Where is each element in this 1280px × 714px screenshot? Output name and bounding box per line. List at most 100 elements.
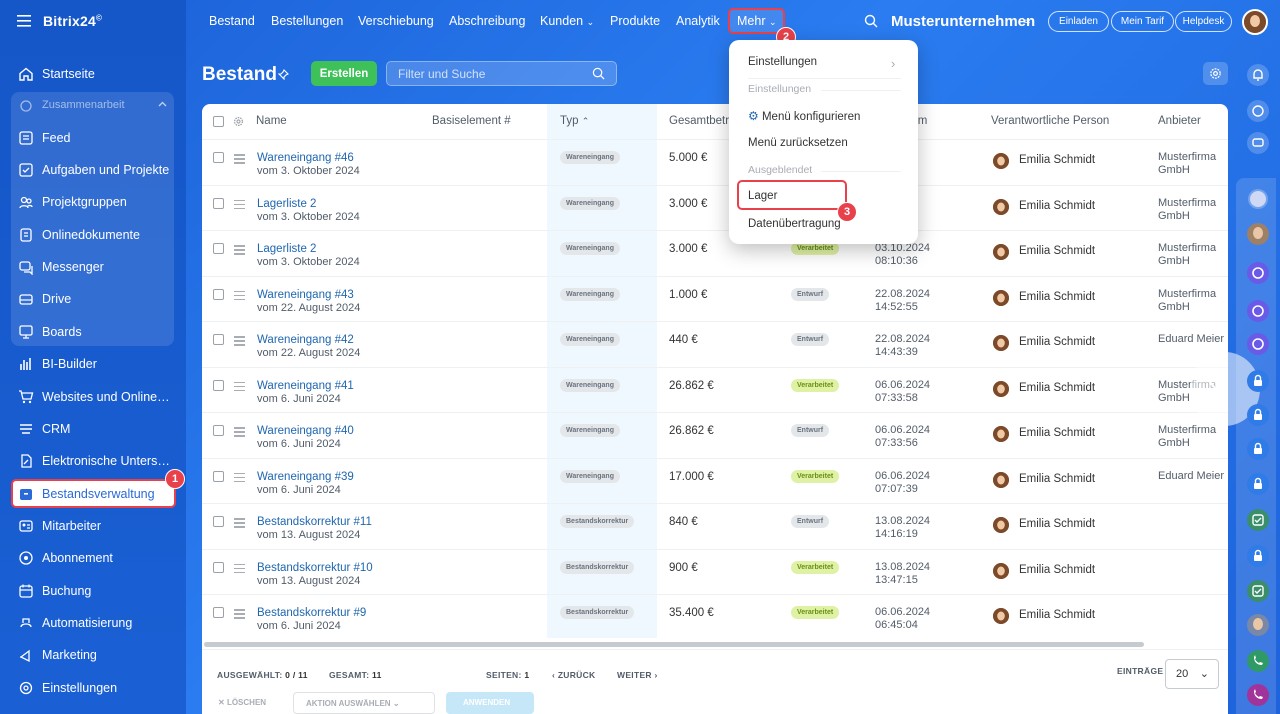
- row-checkbox[interactable]: [213, 516, 224, 527]
- user-avatar[interactable]: [1242, 9, 1268, 35]
- drag-handle-icon[interactable]: [234, 154, 245, 166]
- document-link[interactable]: Wareneingang #43: [257, 289, 354, 301]
- menu-item-lager[interactable]: Lager: [748, 190, 777, 202]
- avatar[interactable]: [993, 335, 1009, 351]
- avatar[interactable]: [993, 198, 1009, 215]
- responsible-person[interactable]: Emilia Schmidt: [1019, 473, 1095, 485]
- table-row[interactable]: Wareneingang #40 vom 6. Juni 2024 Warenein…: [202, 412, 1228, 457]
- drag-handle-icon[interactable]: [234, 609, 245, 621]
- column-basiselement[interactable]: Basiselement #: [432, 115, 511, 127]
- avatar[interactable]: [993, 517, 1009, 533]
- sidebar-item-startseite[interactable]: Startseite: [12, 60, 175, 88]
- call-icon[interactable]: [1243, 646, 1273, 676]
- avatar[interactable]: [993, 380, 1009, 397]
- lock-chat-icon-2[interactable]: [1243, 400, 1273, 430]
- activity-icon[interactable]: [1243, 96, 1273, 126]
- lock-chat-icon-5[interactable]: [1243, 541, 1273, 571]
- create-button[interactable]: Erstellen: [311, 61, 377, 86]
- drag-handle-icon[interactable]: [234, 290, 245, 303]
- company-name[interactable]: Musterunternehmen: [891, 13, 1035, 30]
- table-row[interactable]: Wareneingang #41 vom 6. Juni 2024 Warenein…: [202, 366, 1228, 412]
- sidebar-item-messenger[interactable]: Messenger: [12, 253, 175, 281]
- action-select[interactable]: AKTION AUSWÄHLEN ⌄: [293, 692, 435, 714]
- document-link[interactable]: Wareneingang #40: [257, 425, 354, 437]
- table-row[interactable]: Wareneingang #43 vom 22. August 2024 Waren…: [202, 275, 1228, 321]
- sidebar-item-crm[interactable]: CRM: [12, 415, 175, 443]
- avatar[interactable]: [993, 153, 1009, 169]
- responsible-person[interactable]: Emilia Schmidt: [1019, 336, 1095, 348]
- topnav-bestand[interactable]: Bestand: [209, 14, 255, 28]
- drag-handle-icon[interactable]: [234, 563, 245, 576]
- table-row[interactable]: Bestandskorrektur #10 vom 13. August 2024…: [202, 548, 1228, 594]
- drag-handle-icon[interactable]: [234, 518, 245, 530]
- sidebar-item-unterschrift[interactable]: Elektronische Unterschrift: [12, 447, 175, 475]
- horizontal-scrollbar[interactable]: [204, 642, 1144, 647]
- row-checkbox[interactable]: [213, 243, 224, 254]
- document-link[interactable]: Lagerliste 2: [257, 243, 316, 255]
- avatar[interactable]: [993, 426, 1009, 442]
- lock-chat-icon-3[interactable]: [1243, 434, 1273, 464]
- search-icon[interactable]: [592, 67, 605, 80]
- sidebar-item-onlinedokumente[interactable]: Onlinedokumente: [12, 221, 175, 249]
- table-row[interactable]: Lagerliste 2 vom 3. Oktober 2024 Wareneing…: [202, 230, 1228, 275]
- drag-handle-icon[interactable]: [234, 336, 245, 348]
- column-gesamtbetrag[interactable]: Gesamtbetra: [669, 115, 735, 127]
- sidebar-item-marketing[interactable]: Marketing: [12, 641, 175, 669]
- table-row[interactable]: Wareneingang #39 vom 6. Juni 2024 Warenein…: [202, 457, 1228, 503]
- notifications-bell-icon[interactable]: [1243, 60, 1273, 90]
- task-chat-icon[interactable]: [1243, 505, 1273, 535]
- responsible-person[interactable]: Emilia Schmidt: [1019, 427, 1095, 439]
- menu-item-configure[interactable]: ⚙ Menü konfigurieren: [748, 109, 860, 123]
- responsible-person[interactable]: Emilia Schmidt: [1019, 154, 1095, 166]
- topnav-mehr[interactable]: Mehr ⌄: [737, 14, 777, 28]
- brand-logo[interactable]: Bitrix24©: [43, 13, 102, 29]
- invite-button[interactable]: Einladen: [1048, 11, 1109, 32]
- table-row[interactable]: Bestandskorrektur #9 vom 6. Juni 2024 Best…: [202, 594, 1228, 639]
- column-typ[interactable]: Typ ⌃: [560, 115, 589, 127]
- document-link[interactable]: Bestandskorrektur #11: [257, 516, 372, 528]
- table-row[interactable]: Lagerliste 2 vom 3. Oktober 2024 Wareneing…: [202, 184, 1228, 230]
- drag-handle-icon[interactable]: [234, 472, 245, 485]
- row-checkbox[interactable]: [213, 334, 224, 345]
- channel-icon-3[interactable]: [1243, 329, 1273, 359]
- row-checkbox[interactable]: [213, 470, 224, 482]
- topnav-analytik[interactable]: Analytik: [676, 14, 720, 28]
- avatar[interactable]: [993, 244, 1009, 260]
- grid-settings-button[interactable]: [1203, 62, 1228, 85]
- topnav-bestellungen[interactable]: Bestellungen: [271, 14, 343, 28]
- lock-chat-icon[interactable]: [1243, 366, 1273, 396]
- avatar[interactable]: [993, 608, 1009, 624]
- document-link[interactable]: Bestandskorrektur #10: [257, 562, 373, 574]
- robot-avatar-icon[interactable]: [1243, 610, 1273, 640]
- document-link[interactable]: Wareneingang #41: [257, 380, 354, 392]
- task-chat-icon-2[interactable]: [1243, 576, 1273, 606]
- pin-icon[interactable]: [278, 69, 289, 80]
- responsible-person[interactable]: Emilia Schmidt: [1019, 382, 1095, 394]
- drag-handle-icon[interactable]: [234, 199, 245, 212]
- my-plan-button[interactable]: Mein Tarif: [1111, 11, 1174, 32]
- channel-icon[interactable]: [1243, 258, 1273, 288]
- document-link[interactable]: Lagerliste 2: [257, 198, 316, 210]
- filter-search[interactable]: [386, 61, 617, 86]
- helpdesk-button[interactable]: Helpdesk: [1175, 11, 1232, 32]
- column-anbieter[interactable]: Anbieter: [1158, 115, 1201, 127]
- search-input[interactable]: [398, 67, 588, 81]
- drag-handle-icon[interactable]: [234, 245, 245, 257]
- sidebar-item-bestandsverwaltung[interactable]: Bestandsverwaltung: [12, 480, 175, 508]
- row-checkbox[interactable]: [213, 152, 224, 163]
- sidebar-item-aufgaben[interactable]: Aufgaben und Projekte: [12, 156, 175, 184]
- responsible-person[interactable]: Emilia Schmidt: [1019, 518, 1095, 530]
- contact-avatar[interactable]: [1243, 219, 1273, 249]
- column-name[interactable]: Name: [256, 115, 287, 127]
- topnav-kunden[interactable]: Kunden ⌄: [540, 14, 594, 28]
- responsible-person[interactable]: Emilia Schmidt: [1019, 609, 1095, 621]
- sidebar-item-projektgruppen[interactable]: Projektgruppen: [12, 188, 175, 216]
- table-row[interactable]: Bestandskorrektur #11 vom 13. August 2024…: [202, 503, 1228, 548]
- contact-h-avatar[interactable]: [1243, 184, 1273, 214]
- document-link[interactable]: Wareneingang #42: [257, 334, 354, 346]
- table-row[interactable]: Wareneingang #42 vom 22. August 2024 Waren…: [202, 321, 1228, 366]
- avatar[interactable]: [993, 289, 1009, 306]
- table-row[interactable]: Wareneingang #46 vom 3. Oktober 2024 Waren…: [202, 139, 1228, 184]
- row-checkbox[interactable]: [213, 379, 224, 391]
- sidebar-item-mitarbeiter[interactable]: Mitarbeiter: [12, 512, 175, 540]
